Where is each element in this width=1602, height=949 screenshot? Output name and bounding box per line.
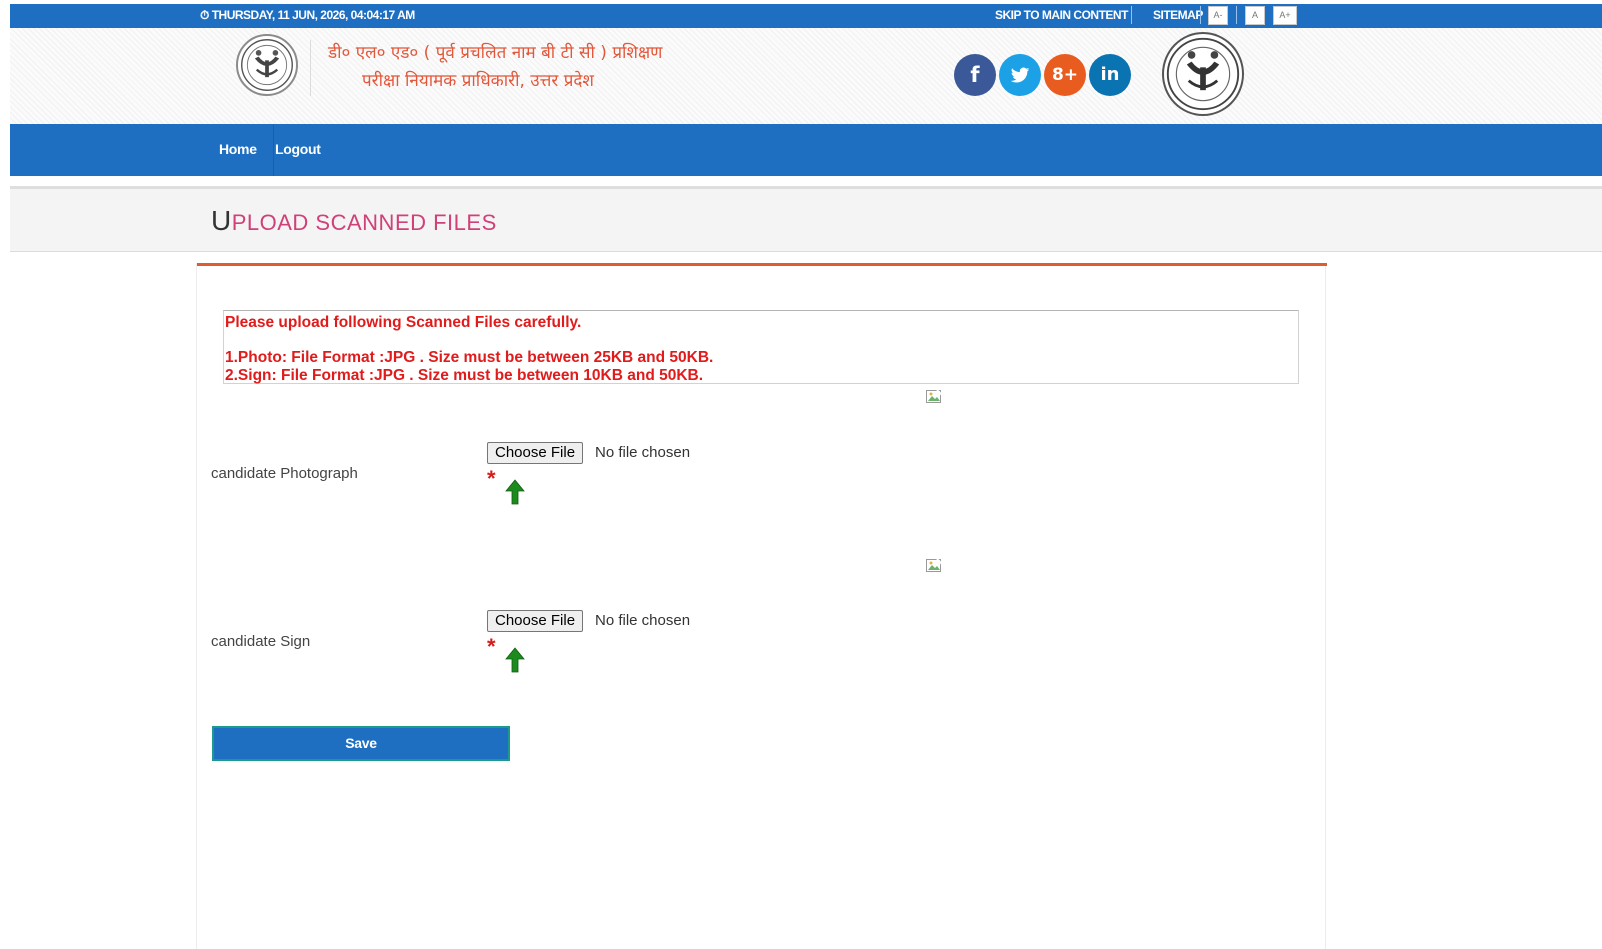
sign-choose-file-button[interactable]: Choose File — [487, 610, 584, 632]
header-title-line2: परीक्षा नियामक प्राधिकारी, उत्तर प्रदेश — [362, 71, 594, 91]
upload-form-card: Please upload following Scanned Files ca… — [196, 263, 1327, 949]
sign-upload-arrow-icon[interactable] — [505, 647, 525, 673]
photograph-file-status: No file chosen — [595, 444, 691, 461]
nav-logout-link[interactable]: Logout — [275, 141, 321, 157]
nav-divider — [273, 124, 274, 176]
current-datetime: ⏱ THURSDAY, 11 JUN, 2026, 04:04:17 AM — [200, 8, 415, 22]
photograph-label: candidate Photograph — [211, 465, 358, 482]
state-seal-icon — [1162, 32, 1244, 116]
facebook-icon[interactable]: f — [954, 54, 996, 96]
state-emblem-icon[interactable] — [236, 34, 298, 96]
upload-instructions-box: Please upload following Scanned Files ca… — [223, 310, 1299, 384]
font-decrease-button[interactable]: A- — [1208, 6, 1228, 25]
font-normal-button[interactable]: A — [1245, 6, 1265, 25]
page: ⏱ THURSDAY, 11 JUN, 2026, 04:04:17 AM SK… — [0, 0, 1602, 949]
font-increase-button[interactable]: A+ — [1273, 6, 1297, 25]
photograph-required-marker: * — [487, 466, 496, 491]
google-plus-icon[interactable]: 8+ — [1044, 54, 1086, 96]
card-top-rule — [197, 263, 1327, 266]
topbar-divider — [1200, 6, 1201, 24]
skip-to-main-content-link[interactable]: SKIP TO MAIN CONTENT — [995, 8, 1128, 22]
sign-preview-broken-image-icon — [926, 559, 943, 574]
sign-label: candidate Sign — [211, 633, 311, 650]
sitemap-link[interactable]: SITEMAP — [1153, 8, 1203, 22]
sign-required-marker: * — [487, 634, 496, 659]
instruction-photo: 1.Photo: File Format :JPG . Size must be… — [225, 349, 714, 366]
nav-home-link[interactable]: Home — [219, 141, 257, 157]
save-button[interactable]: Save — [212, 726, 510, 761]
photo-preview-broken-image-icon — [926, 390, 943, 405]
page-title-rest: PLOAD SCANNED FILES — [231, 210, 497, 235]
instruction-heading: Please upload following Scanned Files ca… — [225, 314, 582, 331]
topbar-divider — [1131, 6, 1132, 24]
page-title-band: UPLOAD SCANNED FILES — [10, 186, 1602, 252]
photograph-upload-arrow-icon[interactable] — [505, 479, 525, 505]
page-title-initial: U — [211, 205, 232, 236]
photograph-choose-file-button[interactable]: Choose File — [487, 442, 584, 464]
instruction-sign: 2.Sign: File Format :JPG . Size must be … — [225, 367, 704, 384]
page-title: UPLOAD SCANNED FILES — [211, 205, 497, 237]
linkedin-icon[interactable]: in — [1089, 54, 1131, 96]
header-divider — [310, 40, 311, 96]
sign-file-status: No file chosen — [595, 612, 691, 629]
main-navigation: Home Logout — [10, 124, 1602, 176]
twitter-icon[interactable] — [999, 54, 1041, 96]
top-utility-bar: ⏱ THURSDAY, 11 JUN, 2026, 04:04:17 AM SK… — [10, 4, 1602, 28]
topbar-divider — [1236, 6, 1237, 24]
header-title-line1: डी० एल० एड० ( पूर्व प्रचलित नाम बी टी सी… — [328, 43, 663, 63]
site-header: डी० एल० एड० ( पूर्व प्रचलित नाम बी टी सी… — [10, 28, 1602, 124]
